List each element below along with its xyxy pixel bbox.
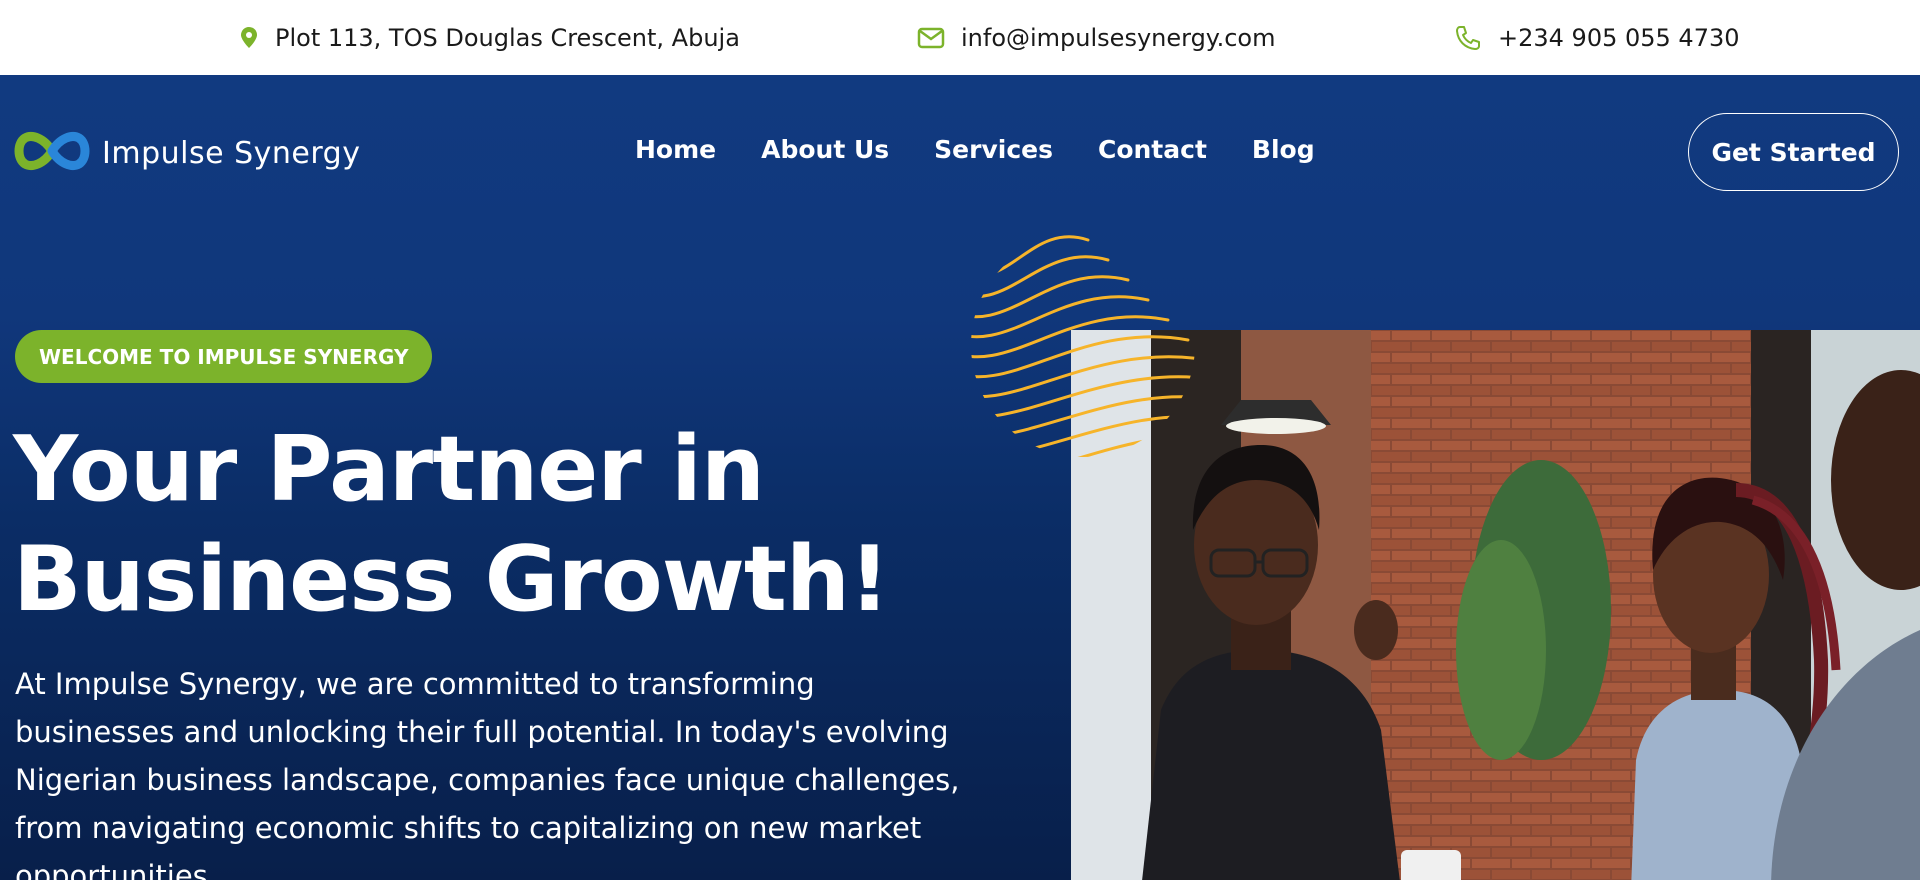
hero-headline: Your Partner in Business Growth! [13,415,913,635]
brand-name: Impulse Synergy [102,135,361,171]
nav-home[interactable]: Home [635,135,716,164]
contact-topbar: Plot 113, TOS Douglas Crescent, Abuja in… [0,0,1920,75]
mail-icon [917,27,945,49]
infinity-logo-icon [14,130,90,176]
headline-line-1: Your Partner in [13,417,765,522]
main-nav: Home About Us Services Contact Blog [635,135,1315,164]
hero-team-photo [1071,330,1920,880]
welcome-badge: WELCOME TO IMPULSE SYNERGY [15,330,433,383]
hero-section: Impulse Synergy Home About Us Services C… [0,75,1920,880]
phone-link[interactable]: +234 905 055 4730 [1498,24,1740,52]
phone-item[interactable]: +234 905 055 4730 [1454,0,1740,75]
get-started-button[interactable]: Get Started [1688,113,1899,191]
nav-services[interactable]: Services [934,135,1053,164]
email-item[interactable]: info@impulsesynergy.com [917,0,1275,75]
nav-blog[interactable]: Blog [1252,135,1315,164]
location-pin-icon [239,26,259,50]
hero-description: At Impulse Synergy, we are committed to … [15,667,960,880]
decorative-swirl-graphic [968,230,1198,464]
brand-logo[interactable]: Impulse Synergy [14,130,360,176]
nav-contact[interactable]: Contact [1098,135,1207,164]
headline-line-2: Business Growth! [13,527,890,632]
nav-about-us[interactable]: About Us [761,135,889,164]
email-link[interactable]: info@impulsesynergy.com [961,24,1275,52]
phone-icon [1454,24,1482,52]
address-text: Plot 113, TOS Douglas Crescent, Abuja [275,23,740,52]
address-item: Plot 113, TOS Douglas Crescent, Abuja [239,0,740,75]
